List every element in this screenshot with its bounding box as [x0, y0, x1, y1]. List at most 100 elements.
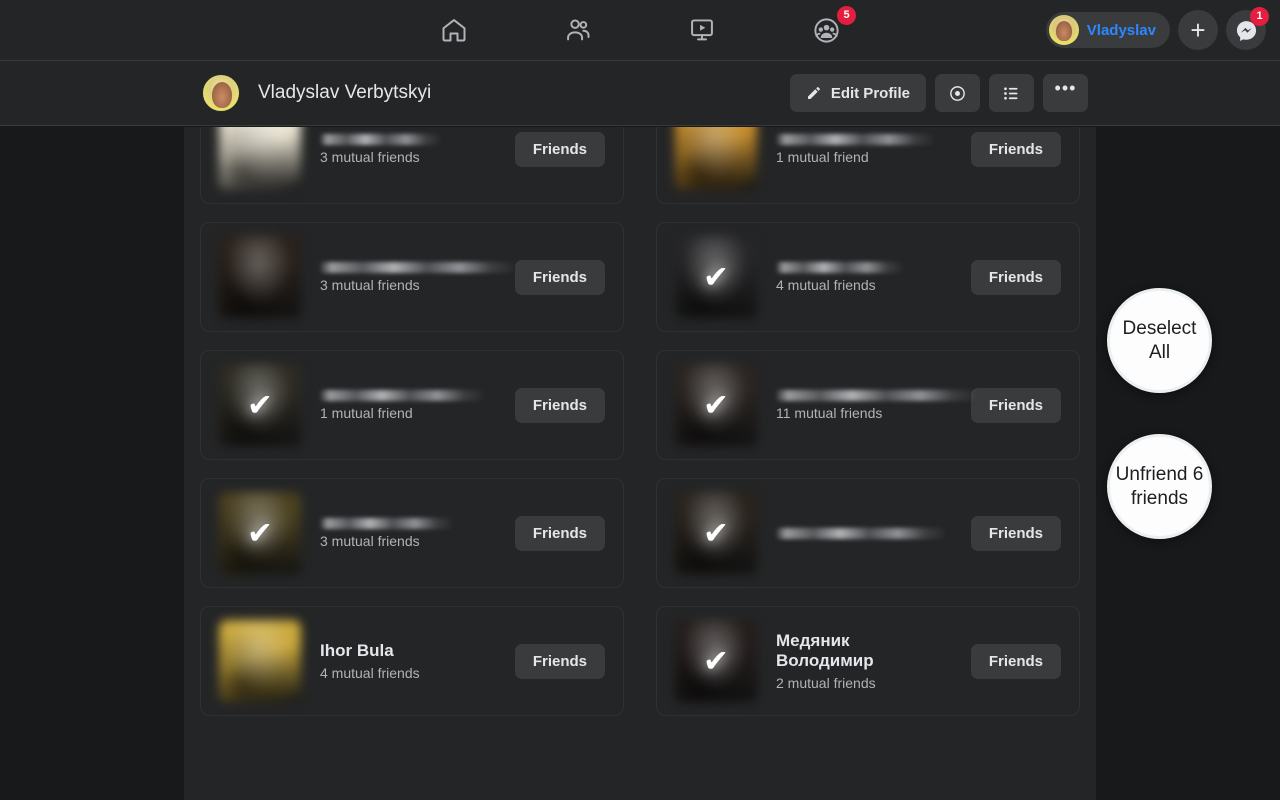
groups-icon[interactable]: 5: [776, 4, 876, 56]
friend-row[interactable]: ✔ 3 mutual friends Friends: [200, 478, 624, 588]
page-title: Vladyslav Verbytskyi: [258, 82, 432, 103]
friends-status-button[interactable]: Friends: [514, 131, 605, 167]
profile-actions: Edit Profile •••: [789, 74, 1088, 112]
friends-content-column: 3 mutual friends Friends 1 mutual friend Fr…: [184, 127, 1096, 800]
avatar-image: [219, 236, 301, 318]
avatar-image: [675, 620, 757, 702]
friend-avatar[interactable]: ✔: [219, 364, 301, 446]
friend-avatar[interactable]: [219, 127, 301, 190]
friend-name-redacted[interactable]: [776, 133, 933, 145]
friend-cell: ✔ 3 mutual friends Friends: [184, 469, 640, 597]
mutual-friends-count: 2 mutual friends: [776, 675, 876, 691]
mutual-friends-count: 3 mutual friends: [320, 532, 420, 549]
more-options-button[interactable]: •••: [1043, 74, 1088, 112]
friend-row[interactable]: ✔ 4 mutual friends Friends: [656, 222, 1080, 332]
friend-avatar[interactable]: [675, 127, 757, 190]
friend-avatar[interactable]: ✔: [219, 492, 301, 574]
mutual-friends-count: 4 mutual friends: [320, 665, 420, 681]
friend-meta: 3 mutual friends: [320, 261, 514, 293]
friends-status-button[interactable]: Friends: [970, 515, 1061, 551]
avatar-image: [675, 127, 757, 190]
friend-meta: 1 mutual friend: [320, 389, 496, 421]
friend-avatar[interactable]: ✔: [675, 236, 757, 318]
pencil-icon: [807, 87, 820, 99]
profile-avatar[interactable]: [202, 74, 240, 112]
friend-row[interactable]: Ihor Bula 4 mutual friends Friends: [200, 606, 624, 716]
friend-row[interactable]: 1 mutual friend Friends: [656, 127, 1080, 204]
friend-cell: ✔ 11 mutual friends Friends: [640, 341, 1096, 469]
friend-name-redacted[interactable]: [776, 261, 902, 273]
friend-row[interactable]: ✔ Friends: [656, 478, 1080, 588]
friend-avatar[interactable]: ✔: [675, 364, 757, 446]
friend-cell: ✔ Friends: [640, 469, 1096, 597]
nav-right-group: Vladyslav + 1: [1045, 0, 1269, 60]
profile-pill-name: Vladyslav: [1086, 21, 1156, 39]
friend-cell: 3 mutual friends Friends: [184, 213, 640, 341]
friend-meta: Ihor Bula 4 mutual friends: [320, 641, 496, 681]
friend-cell: ✔ 1 mutual friend Friends: [184, 341, 640, 469]
unfriend-label: Unfriend 6 friends: [1115, 464, 1204, 509]
messenger-button[interactable]: 1: [1226, 7, 1269, 50]
friend-name-redacted[interactable]: [776, 527, 945, 539]
avatar-image: [219, 364, 301, 446]
ellipsis-icon: •••: [1054, 78, 1077, 98]
friend-meta: 3 mutual friends: [320, 133, 496, 165]
edit-profile-label: Edit Profile: [830, 84, 910, 102]
friends-status-button[interactable]: Friends: [514, 643, 605, 679]
deselect-all-button[interactable]: Deselect All: [1107, 288, 1212, 393]
friend-meta: 4 mutual friends: [776, 261, 952, 293]
mutual-friends-count: 3 mutual friends: [320, 276, 420, 293]
avatar-image: [219, 492, 301, 574]
friends-status-button[interactable]: Friends: [514, 387, 605, 423]
friend-cell: 1 mutual friend Friends: [640, 127, 1096, 213]
friend-name-redacted[interactable]: [320, 133, 440, 145]
eye-icon: [950, 85, 965, 101]
friends-status-button[interactable]: Friends: [970, 387, 1061, 423]
friends-status-button[interactable]: Friends: [970, 643, 1061, 679]
plus-icon: +: [1190, 15, 1206, 45]
avatar-image: [219, 620, 301, 702]
friend-avatar[interactable]: [219, 620, 301, 702]
friend-row[interactable]: ✔ 1 mutual friend Friends: [200, 350, 624, 460]
nav-center-group: 5: [404, 0, 876, 60]
friend-avatar[interactable]: [219, 236, 301, 318]
friend-row[interactable]: ✔ 11 mutual friends Friends: [656, 350, 1080, 460]
friend-cell: ✔ 4 mutual friends Friends: [640, 213, 1096, 341]
groups-badge: 5: [837, 6, 856, 25]
friends-status-button[interactable]: Friends: [514, 515, 605, 551]
friends-status-button[interactable]: Friends: [970, 131, 1061, 167]
avatar: [1048, 15, 1079, 45]
friends-grid: 3 mutual friends Friends 1 mutual friend Fr…: [184, 127, 1096, 725]
friend-name[interactable]: Медяник Володимир: [776, 631, 952, 671]
watch-icon[interactable]: [652, 4, 752, 56]
profile-pill-button[interactable]: Vladyslav: [1045, 12, 1170, 48]
friend-meta: 11 mutual friends: [776, 389, 976, 421]
activity-log-button[interactable]: [989, 74, 1034, 112]
friend-avatar[interactable]: ✔: [675, 492, 757, 574]
friend-avatar[interactable]: ✔: [675, 620, 757, 702]
friends-icon[interactable]: [528, 4, 628, 56]
mutual-friends-count: 1 mutual friend: [320, 404, 413, 421]
friend-name-redacted[interactable]: [320, 389, 483, 401]
friend-row[interactable]: 3 mutual friends Friends: [200, 127, 624, 204]
deselect-all-label: Deselect All: [1122, 318, 1197, 363]
friend-row[interactable]: 3 mutual friends Friends: [200, 222, 624, 332]
friends-status-button[interactable]: Friends: [970, 259, 1061, 295]
avatar-image: [675, 236, 757, 318]
create-button[interactable]: +: [1178, 10, 1218, 50]
list-icon: [1004, 86, 1018, 100]
mutual-friends-count: 3 mutual friends: [320, 148, 420, 165]
friend-meta: 3 mutual friends: [320, 517, 496, 549]
friend-cell: ✔ Медяник Володимир 2 mutual friends Friend…: [640, 597, 1096, 725]
friend-meta: Медяник Володимир 2 mutual friends: [776, 631, 952, 691]
home-icon[interactable]: [404, 4, 504, 56]
edit-profile-button[interactable]: Edit Profile: [789, 74, 926, 112]
friend-name-redacted[interactable]: [320, 517, 452, 529]
friends-status-button[interactable]: Friends: [514, 259, 605, 295]
unfriend-button[interactable]: Unfriend 6 friends: [1107, 434, 1212, 539]
view-as-button[interactable]: [935, 74, 980, 112]
friend-row[interactable]: ✔ Медяник Володимир 2 mutual friends Friend…: [656, 606, 1080, 716]
friend-name-redacted[interactable]: [320, 261, 514, 273]
friend-name[interactable]: Ihor Bula: [320, 641, 496, 661]
friend-name-redacted[interactable]: [776, 389, 976, 401]
